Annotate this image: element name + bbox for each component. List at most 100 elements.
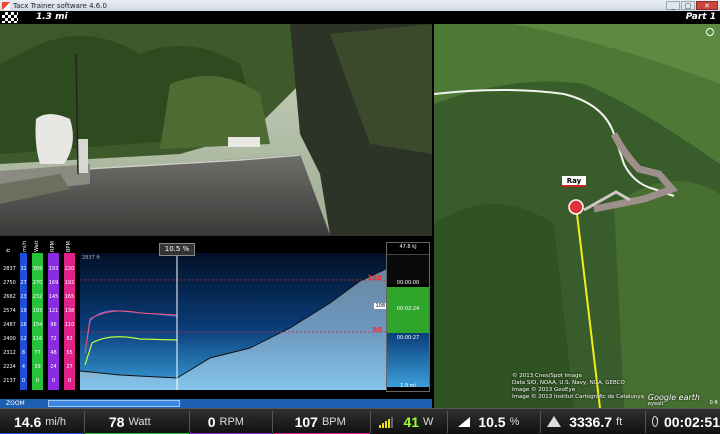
window-title: Tacx Trainer software 4.6.0 <box>13 1 107 10</box>
slope-value: 10.5 <box>478 413 506 430</box>
axis-value: 55 <box>66 350 73 356</box>
axis-column-header: BPM <box>66 241 72 252</box>
grade-indicator: 10.5 % <box>159 243 195 256</box>
slope-icon <box>458 416 471 427</box>
video-view[interactable] <box>0 24 432 235</box>
axis-value: 2400 <box>3 336 16 342</box>
wattage-level-value: 41 <box>403 413 420 430</box>
clock-icon <box>652 416 658 427</box>
power-unit: Watt <box>128 415 151 428</box>
hr-marker: 108 <box>374 303 386 309</box>
axis-value: 145 <box>48 294 59 300</box>
terrain-image <box>434 24 720 408</box>
top-info-strip: 1.3 mi Part 1 <box>0 11 720 24</box>
compass-icon[interactable] <box>706 28 714 36</box>
profile-graph-panel[interactable]: ft 2837 2750 2662 2574 2487 2400 2312 2224 2137 mi… <box>0 235 432 399</box>
axis-value: 270 <box>32 280 43 286</box>
axis-value: 169 <box>48 280 59 286</box>
axis-value: 96 <box>50 322 57 328</box>
heartrate-unit: BPM <box>321 415 346 428</box>
total-distance: 1.9 mi <box>400 383 416 389</box>
google-earth-logo: Google earth eyealt <box>647 393 700 407</box>
axis-value: 12 <box>20 336 27 342</box>
power-value: 78 <box>108 413 125 430</box>
axis-value: 2224 <box>3 364 16 370</box>
axis-value: 82 <box>66 336 73 342</box>
axis-value: 4 <box>21 364 26 370</box>
axis-value: 192 <box>64 280 75 286</box>
checkered-flag-icon <box>2 12 18 23</box>
axis-value: 2312 <box>3 350 16 356</box>
axis-value: 2574 <box>3 308 16 314</box>
heartrate-metric: 107 BPM <box>272 409 371 434</box>
axis-value: 0 <box>21 378 26 384</box>
bottom-altitude-label: 2137 ft <box>82 373 100 379</box>
axis-value: 154 <box>32 322 43 328</box>
axis-value: 77 <box>34 350 41 356</box>
axis-value: 110 <box>64 322 75 328</box>
axis-value: 121 <box>48 308 59 314</box>
speed-value: 14.6 <box>14 413 42 430</box>
axis-value: 24 <box>50 364 57 370</box>
altitude-metric: 3336.7 ft <box>541 409 645 434</box>
hr-line <box>84 310 178 354</box>
part-label: Part 1 <box>685 12 716 22</box>
axis-value: 116 <box>32 336 43 342</box>
axis-value: 193 <box>48 266 59 272</box>
axis-value: 232 <box>32 294 43 300</box>
profile-plot[interactable]: 2837 ft 2137 ft 180 90 108 <box>80 253 386 390</box>
axis-value: 19 <box>20 308 27 314</box>
rider-label: Ray <box>562 176 586 187</box>
power-line <box>84 336 178 366</box>
axis-value: 8 <box>21 350 26 356</box>
map-scale: 0 ft <box>709 400 718 406</box>
axis-value: 2487 <box>3 322 16 328</box>
zoom-bar[interactable]: ZOOM <box>0 399 432 408</box>
cadence-value: 0 <box>207 413 216 430</box>
axis-value: 27 <box>20 280 27 286</box>
satellite-map-view[interactable]: Ray © 2013 Cnes/Spot Image Data SIO, NOA… <box>434 24 720 408</box>
axis-value: 0 <box>35 378 40 384</box>
axis-value: 2750 <box>3 280 16 286</box>
minimize-button[interactable]: _ <box>666 1 680 10</box>
speed-metric: 14.6 mi/h <box>0 409 84 434</box>
maximize-button[interactable]: □ <box>681 1 695 10</box>
altitude-fill <box>80 269 386 390</box>
road-video-image <box>0 24 432 235</box>
axis-value: 0 <box>51 378 56 384</box>
zoom-label: ZOOM <box>6 400 25 407</box>
window-buttons: _ □ ✕ <box>666 1 718 10</box>
axis-value: 31 <box>20 266 27 272</box>
close-button[interactable]: ✕ <box>696 1 718 10</box>
axis-column-header: mi/h <box>22 240 28 252</box>
axis-value: 2837 <box>3 266 16 272</box>
time-remaining: 00:00:27 <box>396 335 420 341</box>
slope-unit: % <box>509 415 520 428</box>
axis-value: 138 <box>64 308 75 314</box>
axis-value: 193 <box>32 308 43 314</box>
axis-value: 72 <box>50 336 57 342</box>
time-value: 00:02:51 <box>663 413 720 430</box>
wattage-level-unit: W <box>423 415 434 428</box>
axis-value: 48 <box>50 350 57 356</box>
energy-readout: 47.8 kJ <box>399 244 417 250</box>
time-metric: 00:02:51 <box>646 409 720 434</box>
profile-plot-svg <box>80 253 386 390</box>
axis-value: 2662 <box>3 294 16 300</box>
axis-value: 23 <box>20 294 27 300</box>
axis-value: 27 <box>66 364 73 370</box>
heartrate-value: 107 <box>294 413 318 430</box>
axis-column-header: ft <box>6 248 12 252</box>
zoom-window-slider[interactable] <box>48 400 180 407</box>
time-start: 00:00:00 <box>396 280 420 286</box>
power-metric: 78 Watt <box>84 409 189 434</box>
cadence-metric: 0 RPM <box>189 409 272 434</box>
map-credits: © 2013 Cnes/Spot Image Data SIO, NOAA, U… <box>512 373 645 400</box>
signal-bars-icon <box>379 416 394 428</box>
time-elapsed: 00:02:24 <box>396 306 420 312</box>
hr-low-label: 90 <box>372 326 382 334</box>
axis-column-header: Watt <box>34 240 40 252</box>
axis-value: 165 <box>64 294 75 300</box>
wattage-level-metric: 41 W <box>371 409 447 434</box>
session-side-panel: 47.8 kJ 00:00:00 00:02:24 00:00:27 1.9 m… <box>386 242 430 392</box>
